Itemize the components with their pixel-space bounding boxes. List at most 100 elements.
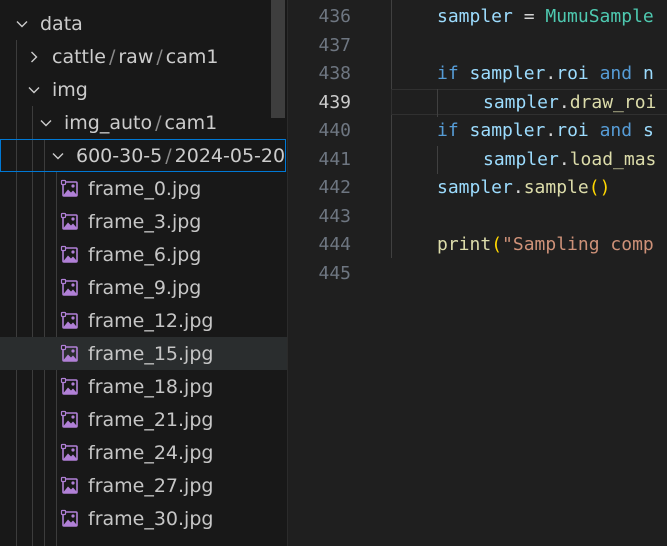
file-item[interactable]: frame_3.jpg — [0, 205, 287, 238]
line-number: 439 — [318, 91, 351, 113]
tree-folder-img-auto-cam1[interactable]: img_auto / cam1 — [0, 106, 287, 139]
image-file-icon — [60, 410, 78, 428]
explorer-sidebar: data cattle / raw / cam1 img img_auto / … — [0, 0, 287, 546]
code-token: . — [545, 63, 557, 84]
code-line: sampler.draw_roi — [483, 89, 656, 117]
image-file-icon — [60, 377, 78, 395]
chevron-down-icon — [38, 115, 54, 131]
file-name: frame_21.jpg — [88, 408, 214, 431]
file-item[interactable]: frame_21.jpg — [0, 403, 287, 436]
file-item[interactable]: frame_24.jpg — [0, 436, 287, 469]
code-token: if — [437, 63, 459, 84]
line-number: 442 — [318, 177, 351, 198]
code-token: "Sampling comp — [502, 234, 654, 255]
code-token: = — [512, 6, 546, 27]
code-token: draw_roi — [569, 91, 657, 113]
line-number: 445 — [318, 262, 351, 284]
file-item[interactable]: frame_9.jpg — [0, 271, 287, 304]
line-number: 444 — [318, 234, 351, 255]
code-token: sampler — [458, 63, 546, 84]
image-file-icon — [60, 344, 78, 362]
code-token: . — [545, 120, 557, 141]
image-file-icon — [60, 245, 78, 263]
code-token: . — [512, 177, 524, 198]
path-segment: cam1 — [164, 111, 218, 134]
explorer-scrollbar-thumb[interactable] — [271, 0, 285, 118]
image-file-icon — [60, 509, 78, 527]
file-item[interactable]: frame_0.jpg — [0, 172, 287, 205]
code-token: ( — [491, 234, 503, 255]
file-item[interactable]: frame_27.jpg — [0, 469, 287, 502]
code-token: roi — [556, 120, 589, 141]
file-item[interactable]: frame_18.jpg — [0, 370, 287, 403]
image-file-icon — [60, 443, 78, 461]
file-name: frame_15.jpg — [88, 342, 214, 365]
code-token: sampler — [437, 177, 513, 198]
file-item[interactable]: frame_30.jpg — [0, 502, 287, 535]
tree-folder-session[interactable]: 600-30-5 / 2024-05-20... — [0, 139, 287, 172]
line-number: 441 — [318, 148, 351, 170]
line-number: 437 — [318, 34, 351, 56]
file-name: frame_6.jpg — [88, 243, 202, 266]
code-token: sample — [523, 177, 589, 198]
path-segment: cattle — [52, 45, 106, 68]
code-token: if — [437, 120, 459, 141]
path-separator: / — [165, 144, 172, 167]
line-number: 440 — [318, 120, 351, 141]
code-token: MumuSample — [545, 6, 654, 27]
indent-guide — [437, 88, 438, 117]
chevron-right-icon — [26, 49, 42, 65]
vscode-window: data cattle / raw / cam1 img img_auto / … — [0, 0, 667, 546]
folder-label: img — [52, 78, 88, 101]
image-file-icon — [60, 311, 78, 329]
path-separator: / — [108, 45, 116, 68]
code-token: sampler — [483, 148, 559, 170]
tree-folder-img[interactable]: img — [0, 73, 287, 106]
file-item[interactable]: frame_6.jpg — [0, 238, 287, 271]
path-segment: raw — [118, 45, 154, 68]
indent-guide — [391, 0, 392, 258]
code-token: s — [632, 120, 654, 141]
code-token: roi — [556, 63, 589, 84]
file-name: frame_9.jpg — [88, 276, 202, 299]
code-token: and — [599, 120, 633, 141]
code-line: sampler = MumuSample — [437, 3, 654, 31]
code-token: sampler — [483, 91, 559, 113]
path-segment: img_auto — [64, 111, 153, 134]
file-name: frame_30.jpg — [88, 507, 214, 530]
code-line: if sampler.roi and n — [437, 60, 654, 88]
file-item[interactable]: frame_12.jpg — [0, 304, 287, 337]
code-token: . — [558, 91, 570, 113]
tree-folder-data[interactable]: data — [0, 7, 287, 40]
code-token: sampler — [458, 120, 546, 141]
path-segment: 600-30-5 — [76, 144, 163, 167]
indent-guide — [437, 145, 438, 174]
file-item[interactable]: frame_15.jpg — [0, 337, 287, 370]
path-segment: 2024-05-20... — [174, 144, 287, 167]
code-token: print — [437, 234, 492, 255]
folder-label: data — [40, 12, 83, 35]
tree-folder-cattle-raw-cam1[interactable]: cattle / raw / cam1 — [0, 40, 287, 73]
chevron-down-icon — [14, 16, 30, 32]
line-number: 436 — [318, 6, 351, 27]
line-number: 443 — [318, 205, 351, 227]
code-token: () — [588, 177, 611, 198]
code-line: sampler.load_mas — [483, 146, 656, 174]
path-separator: / — [156, 45, 163, 68]
file-name: frame_3.jpg — [88, 210, 202, 233]
code-line: if sampler.roi and s — [437, 117, 654, 145]
image-file-icon — [60, 278, 78, 296]
code-line: sampler.sample() — [437, 174, 610, 202]
file-name: frame_12.jpg — [88, 309, 214, 332]
path-segment: cam1 — [165, 45, 219, 68]
code-token: n — [632, 63, 654, 84]
file-name: frame_0.jpg — [88, 177, 202, 200]
code-token: and — [599, 63, 633, 84]
path-separator: / — [155, 111, 162, 134]
file-name: frame_27.jpg — [88, 474, 214, 497]
line-number: 438 — [318, 63, 351, 84]
code-editor[interactable]: 436 sampler = MumuSample 437 438 if sampler.… — [288, 0, 667, 546]
code-token: load_mas — [569, 148, 657, 170]
